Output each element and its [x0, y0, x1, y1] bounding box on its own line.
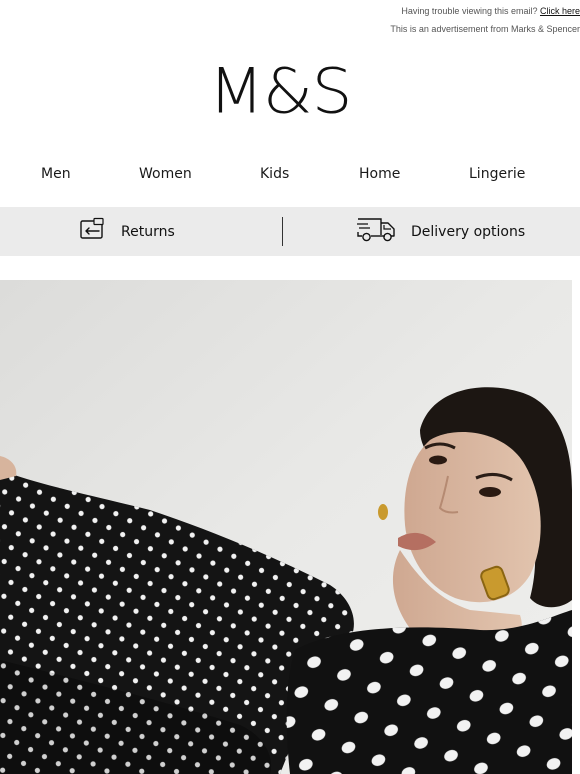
hero-right-eye [479, 487, 501, 497]
nav-item-home[interactable]: Home [359, 160, 400, 188]
hero-left-eye [429, 455, 447, 465]
delivery-options-label: Delivery options [411, 223, 526, 240]
returns-link[interactable]: Returns [79, 207, 175, 256]
email-page: Having trouble viewing this email? Click… [0, 0, 580, 774]
category-nav: Men Women Kids Home Lingerie [0, 160, 580, 188]
brand-logo[interactable]: M&S [209, 61, 353, 124]
view-in-browser-link[interactable]: Click here [540, 6, 580, 16]
advertisement-notice: This is an advertisement from Marks & Sp… [390, 24, 580, 34]
nav-item-lingerie[interactable]: Lingerie [469, 160, 525, 188]
preheader-trouble-text: Having trouble viewing this email? [401, 6, 540, 16]
returns-label: Returns [121, 223, 175, 240]
services-bar: Returns Delivery options [0, 207, 580, 256]
nav-item-women[interactable]: Women [139, 160, 192, 188]
hero-image[interactable] [0, 280, 572, 774]
preheader-trouble-line: Having trouble viewing this email? Click… [401, 6, 580, 16]
delivery-van-icon [357, 215, 397, 248]
logo-container[interactable]: M&S [0, 52, 560, 132]
hero-earring-left [378, 504, 388, 520]
delivery-options-link[interactable]: Delivery options [357, 207, 525, 256]
returns-icon [79, 217, 107, 246]
nav-item-kids[interactable]: Kids [260, 160, 289, 188]
services-divider [282, 217, 283, 246]
nav-item-men[interactable]: Men [41, 160, 71, 188]
